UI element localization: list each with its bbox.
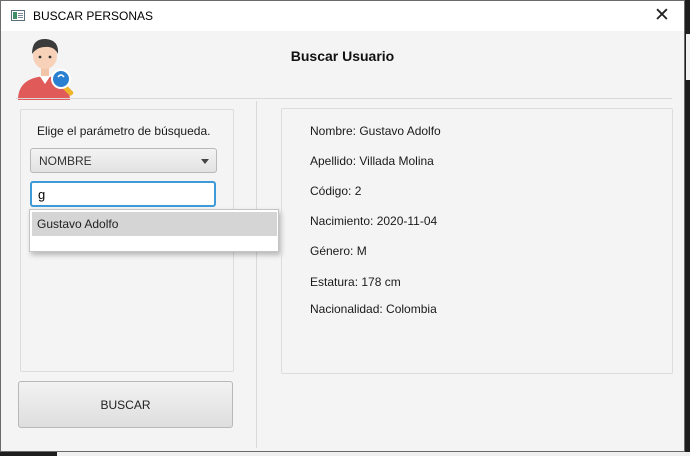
header-divider — [16, 98, 672, 99]
result-genero: Género: M — [310, 244, 367, 258]
result-codigo: Código: 2 — [310, 184, 362, 198]
main-window: BUSCAR PERSONAS ✕ Buscar Usuario Elige e… — [0, 0, 685, 452]
search-parameter-dropdown[interactable]: NOMBRE — [30, 148, 217, 173]
result-panel — [281, 108, 673, 374]
background-window-edge — [686, 34, 690, 80]
background-window-edge — [57, 452, 690, 456]
result-nombre: Nombre: Gustavo Adolfo — [310, 124, 441, 138]
result-nacimiento: Nacimiento: 2020-11-04 — [310, 214, 438, 228]
close-button[interactable]: ✕ — [644, 3, 680, 29]
result-apellido: Apellido: Villada Molina — [310, 154, 434, 168]
page-title: Buscar Usuario — [290, 48, 395, 64]
search-parameter-label: Elige el parámetro de búsqueda. — [37, 124, 211, 138]
autocomplete-item[interactable]: Gustavo Adolfo — [32, 212, 277, 236]
window-title: BUSCAR PERSONAS — [33, 9, 154, 23]
chevron-down-icon[interactable] — [201, 159, 209, 164]
dropdown-selected-value: NOMBRE — [39, 154, 92, 168]
autocomplete-popup: Gustavo Adolfo — [29, 209, 279, 252]
autocomplete-item-label: Gustavo Adolfo — [37, 217, 119, 231]
vertical-divider — [256, 101, 257, 448]
search-input[interactable] — [30, 181, 216, 207]
user-search-icon — [18, 38, 74, 100]
search-button[interactable]: BUSCAR — [18, 381, 233, 428]
app-window-icon — [11, 10, 25, 21]
result-estatura: Estatura: 178 cm — [310, 275, 401, 289]
result-nacionalidad: Nacionalidad: Colombia — [310, 302, 437, 316]
title-bar[interactable]: BUSCAR PERSONAS ✕ — [1, 1, 684, 31]
